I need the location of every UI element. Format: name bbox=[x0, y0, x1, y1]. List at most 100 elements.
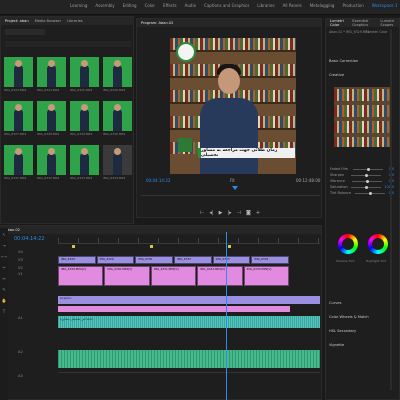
timeline-playhead[interactable] bbox=[226, 232, 227, 400]
selection-tool-icon[interactable]: ↖ bbox=[2, 232, 5, 237]
project-search-input[interactable] bbox=[5, 29, 45, 35]
slider-track[interactable] bbox=[353, 167, 384, 171]
project-tab[interactable]: Project: aban bbox=[5, 19, 29, 23]
video-clip[interactable]: IMG_6332.MP4[V] bbox=[197, 266, 243, 286]
workspace-tab[interactable]: Learning bbox=[70, 3, 87, 8]
video-clip[interactable]: IMG_6333 bbox=[212, 256, 251, 264]
workspace-tab[interactable]: Libraries bbox=[257, 3, 274, 8]
workspace-tab[interactable]: Effects bbox=[163, 3, 177, 8]
timeline-ruler[interactable] bbox=[58, 238, 320, 244]
add-button-icon[interactable]: + bbox=[256, 210, 260, 216]
play-icon[interactable]: ▶ bbox=[219, 210, 223, 216]
workspace-tab[interactable]: Editing bbox=[123, 3, 137, 8]
track-name[interactable]: V4 bbox=[18, 250, 23, 254]
track-name[interactable]: A3 bbox=[18, 374, 23, 378]
clip-thumbnail[interactable]: IMG_6331.MP4 bbox=[4, 145, 33, 185]
pen-tool-icon[interactable]: ✎ bbox=[2, 287, 5, 292]
program-timecode[interactable]: 00:04:14:22 bbox=[146, 178, 170, 183]
type-tool-icon[interactable]: T bbox=[3, 309, 5, 314]
video-clip[interactable]: IMG_6332 bbox=[174, 256, 212, 264]
clip-thumbnail[interactable]: IMG_6333.MP4 bbox=[70, 145, 99, 185]
section-curves[interactable]: Curves bbox=[329, 301, 341, 305]
program-duration: 00:12:48:00 bbox=[296, 178, 321, 183]
track-name[interactable]: V2 bbox=[18, 266, 23, 270]
timeline-timecode[interactable]: 00:04:14:22 bbox=[14, 236, 45, 242]
section-creative[interactable]: Creative bbox=[329, 73, 344, 77]
workspace-tab[interactable]: Assembly bbox=[95, 3, 114, 8]
adjustment-clip[interactable] bbox=[58, 306, 290, 312]
title-clip[interactable]: Graphic bbox=[58, 296, 320, 304]
mark-out-icon[interactable]: ⊣ bbox=[237, 210, 241, 216]
step-back-icon[interactable]: ◂| bbox=[209, 210, 213, 216]
project-tab[interactable]: Libraries bbox=[67, 19, 83, 23]
audio-clip-a2[interactable] bbox=[58, 350, 320, 368]
lumetri-preset[interactable]: Lumetri Color bbox=[366, 30, 388, 34]
clip-thumbnail[interactable]: IMG_6325.MP4 bbox=[70, 57, 99, 97]
marker-icon[interactable] bbox=[72, 245, 75, 248]
audio-clip-a1[interactable]: اس تحصیلی مشاوره.wav bbox=[58, 316, 320, 328]
lumetri-tab[interactable]: Lumetri Scopes bbox=[380, 19, 399, 27]
video-clip[interactable]: IMG_6330.MP4[V] bbox=[104, 266, 150, 286]
clip-thumbnail[interactable]: IMG_6326.MP4 bbox=[103, 57, 132, 97]
lumetri-source[interactable]: Aban.02 * IMG_6329.MP4 bbox=[329, 30, 369, 34]
clip-thumbnail[interactable]: IMG_6329.MP4 bbox=[70, 101, 99, 141]
color-wheel-icon[interactable] bbox=[368, 234, 388, 254]
clip-thumbnail[interactable]: IMG_6323.MP4 bbox=[4, 57, 33, 97]
project-tab[interactable]: Media Browser bbox=[35, 19, 62, 23]
track-name[interactable]: A1 bbox=[18, 316, 23, 320]
workspace-tab[interactable]: Color bbox=[145, 3, 155, 8]
slider-track[interactable] bbox=[350, 185, 381, 189]
clip-thumbnail[interactable]: IMG_6330.MP4 bbox=[103, 101, 132, 141]
track-name[interactable]: A2 bbox=[18, 350, 23, 354]
slider-track[interactable] bbox=[351, 173, 382, 177]
video-clip[interactable]: IMG_6333.MP4[V] bbox=[243, 266, 289, 286]
track-name[interactable]: V1 bbox=[18, 272, 23, 276]
video-clip[interactable]: IMG_6334 bbox=[251, 256, 289, 264]
workspace-tab[interactable]: Captions and Graphics bbox=[204, 3, 249, 8]
workspace-tab[interactable]: All Panels bbox=[283, 3, 302, 8]
workspace-tab[interactable]: Metalogging bbox=[310, 3, 335, 8]
clip-thumbnail[interactable]: IMG_6334.MP4 bbox=[103, 145, 132, 185]
program-playhead-icon[interactable] bbox=[232, 186, 238, 190]
marker-icon[interactable] bbox=[228, 245, 231, 248]
section-vignette[interactable]: Vignette bbox=[329, 343, 344, 347]
shadow-tint-wheel[interactable] bbox=[338, 234, 358, 254]
clip-thumbnail[interactable]: IMG_6328.MP4 bbox=[37, 101, 66, 141]
highlight-tint-wheel[interactable] bbox=[368, 234, 388, 254]
hand-tool-icon[interactable]: ✋ bbox=[2, 298, 7, 303]
section-wheels[interactable]: Color Wheels & Match bbox=[329, 315, 369, 319]
slider-track[interactable] bbox=[354, 191, 385, 195]
mark-in-icon[interactable]: ⊢ bbox=[200, 210, 204, 216]
lumetri-tab[interactable]: Lumetri Color bbox=[330, 19, 346, 27]
section-hsl[interactable]: HSL Secondary bbox=[329, 329, 356, 333]
marker-icon[interactable] bbox=[150, 245, 153, 248]
video-clip[interactable]: IMG_6330 bbox=[135, 256, 173, 264]
track-select-icon[interactable]: ⇥ bbox=[2, 243, 5, 248]
step-forward-icon[interactable]: |▸ bbox=[227, 210, 231, 216]
lumetri-slider-row: Tint Balance0.0 bbox=[330, 191, 394, 195]
workspace-tab[interactable]: Audio bbox=[185, 3, 196, 8]
program-title[interactable]: Program: Aban.02 bbox=[141, 21, 173, 25]
creative-look-preview[interactable] bbox=[334, 87, 390, 147]
slip-tool-icon[interactable]: ↔ bbox=[2, 276, 5, 281]
ripple-edit-icon[interactable]: ⟷ bbox=[1, 254, 7, 259]
video-clip[interactable]: IMG_6329.MP4[V] bbox=[58, 266, 104, 286]
workspace-tab[interactable]: Workspace 1 bbox=[372, 3, 398, 8]
workspace-tab[interactable]: Production bbox=[342, 3, 363, 8]
clip-thumbnail[interactable]: IMG_6324.MP4 bbox=[37, 57, 66, 97]
color-wheel-icon[interactable] bbox=[338, 234, 358, 254]
video-clip[interactable]: IMG_6329 bbox=[96, 256, 135, 264]
export-frame-icon[interactable]: ◙ bbox=[246, 210, 251, 216]
zoom-select[interactable]: Fit bbox=[230, 178, 235, 183]
clip-thumbnail[interactable]: IMG_6332.MP4 bbox=[37, 145, 66, 185]
clip-thumbnail[interactable]: IMG_6327.MP4 bbox=[4, 101, 33, 141]
video-clip[interactable]: IMG_6329 bbox=[58, 256, 96, 264]
program-ruler[interactable] bbox=[140, 188, 320, 196]
razor-tool-icon[interactable]: ✂ bbox=[2, 265, 5, 270]
section-basic[interactable]: Basic Correction bbox=[329, 59, 358, 63]
video-clip[interactable]: IMG_6331.MP4[V] bbox=[150, 266, 197, 286]
slider-track[interactable] bbox=[351, 179, 382, 183]
track-name[interactable]: V3 bbox=[18, 258, 23, 262]
lumetri-tab[interactable]: Essential Graphics bbox=[352, 19, 374, 27]
lumetri-scrollbar[interactable] bbox=[390, 30, 392, 390]
